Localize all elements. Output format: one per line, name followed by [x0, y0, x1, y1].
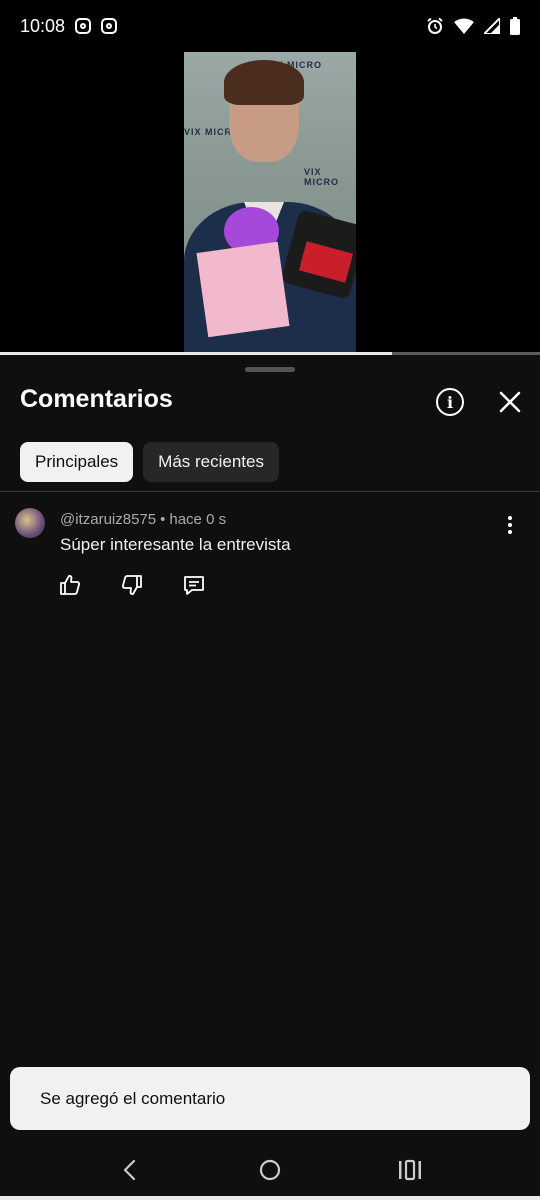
alarm-icon: [427, 17, 443, 34]
microphone-pink-flag: [196, 241, 290, 338]
comment-meta: @itzaruiz8575 • hace 0 s: [60, 511, 226, 528]
instagram-icon: [101, 18, 118, 34]
instagram-icon: [75, 18, 92, 34]
comment-time: hace 0 s: [169, 511, 227, 528]
battery-icon: [510, 17, 520, 35]
comment-author[interactable]: @itzaruiz8575: [60, 511, 156, 528]
reply-icon[interactable]: [182, 573, 206, 597]
wifi-icon: [454, 18, 474, 34]
close-icon[interactable]: [496, 388, 524, 416]
more-options-icon[interactable]: [500, 513, 520, 537]
person-hair: [224, 60, 304, 105]
dislike-icon[interactable]: [120, 573, 144, 597]
tab-principales[interactable]: Principales: [20, 442, 134, 482]
comment-text: Súper interesante la entrevista: [60, 535, 291, 554]
comment-item: @itzaruiz8575 • hace 0 s Súper interesan…: [0, 505, 540, 605]
sort-tabs: Principales Más recientes: [20, 442, 279, 482]
meta-separator: •: [160, 511, 166, 528]
drag-handle[interactable]: [245, 367, 295, 372]
status-time: 10:08: [20, 15, 66, 36]
panel-title: Comentarios: [20, 385, 173, 413]
info-icon[interactable]: i: [436, 388, 464, 416]
info-glyph: i: [446, 392, 454, 412]
signal-icon: [484, 18, 500, 34]
comments-panel: Comentarios i Principales Más recientes …: [0, 355, 540, 1155]
backdrop-logo: VIX MICRO: [304, 167, 339, 187]
navigation-bar: [0, 1140, 540, 1200]
back-icon[interactable]: [110, 1150, 150, 1190]
video-frame[interactable]: VIX MICRO VIX MICRO VIX MICRO: [184, 52, 356, 352]
like-icon[interactable]: [58, 573, 82, 597]
video-player[interactable]: VIX MICRO VIX MICRO VIX MICRO: [0, 0, 540, 355]
recents-icon[interactable]: [390, 1150, 430, 1190]
home-icon[interactable]: [250, 1150, 290, 1190]
avatar[interactable]: [15, 508, 45, 538]
divider: [0, 491, 540, 492]
gesture-bar: [0, 1196, 540, 1200]
snackbar: Se agregó el comentario: [10, 1067, 530, 1130]
tab-mas-recientes[interactable]: Más recientes: [143, 442, 279, 482]
comment-actions: [58, 573, 206, 597]
status-bar: 10:08: [0, 0, 540, 52]
snackbar-message: Se agregó el comentario: [40, 1088, 226, 1108]
